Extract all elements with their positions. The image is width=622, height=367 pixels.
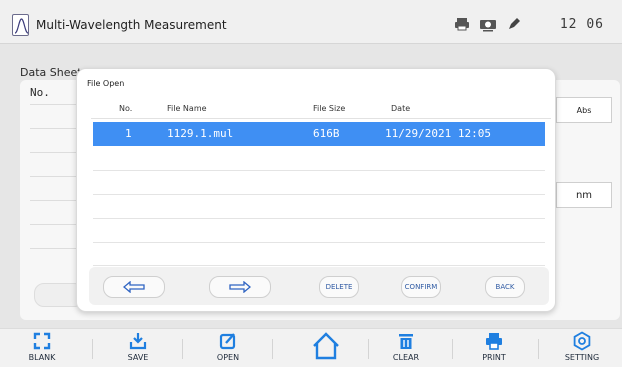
empty-file-row[interactable]: [93, 195, 545, 219]
wavelength-field[interactable]: nm: [556, 182, 612, 208]
clock: 12 06: [559, 17, 604, 32]
printer-status-icon: [453, 15, 471, 33]
dialog-footer: DELETE CONFIRM BACK: [89, 267, 549, 305]
empty-file-row[interactable]: [93, 242, 545, 266]
toolbar-separator: [272, 339, 273, 359]
left-arrow-icon: [123, 281, 145, 293]
open-label: OPEN: [216, 353, 240, 362]
file-row-no: 1: [125, 127, 132, 140]
toolbar-separator: [182, 339, 183, 359]
title-bar: Multi-Wavelength Measurement 12 06: [0, 0, 622, 44]
blank-icon: [33, 332, 51, 350]
toolbar-separator: [92, 339, 93, 359]
toolbar-separator: [452, 339, 453, 359]
sheet-row-divider: [30, 176, 76, 177]
file-row[interactable]: 1 1129.1.mul 616B 11/29/2021 12:05: [93, 122, 545, 146]
print-label: PRINT: [482, 353, 506, 362]
abs-field[interactable]: Abs: [556, 97, 612, 123]
blank-label: BLANK: [28, 353, 56, 362]
dialog-title: File Open: [87, 79, 125, 88]
sheet-row-divider: [30, 248, 76, 249]
blank-button[interactable]: BLANK: [6, 331, 78, 367]
empty-file-row[interactable]: [93, 219, 545, 243]
column-header-file-size: File Size: [313, 104, 346, 113]
bottom-toolbar: BLANK SAVE OPEN CLEAR PRINT SETTING: [0, 328, 622, 367]
toolbar-separator: [368, 339, 369, 359]
trash-icon: [399, 334, 413, 349]
setting-label: SETTING: [564, 353, 600, 362]
confirm-button[interactable]: CONFIRM: [401, 276, 441, 298]
sheet-row-divider: [30, 224, 76, 225]
open-button[interactable]: OPEN: [192, 331, 264, 367]
print-button[interactable]: PRINT: [458, 331, 530, 367]
data-sheet-no-header: No.: [30, 86, 50, 99]
app-title: Multi-Wavelength Measurement: [36, 18, 227, 32]
sheet-row-divider: [30, 152, 76, 153]
delete-button[interactable]: DELETE: [319, 276, 359, 298]
save-icon: [129, 333, 147, 350]
file-row-size: 616B: [313, 127, 340, 140]
home-button[interactable]: [290, 331, 362, 367]
right-arrow-icon: [229, 281, 251, 293]
column-header-file-name: File Name: [167, 104, 207, 113]
prev-page-button[interactable]: [103, 276, 165, 298]
instrument-status-icon: [479, 15, 497, 33]
file-row-date: 11/29/2021 12:05: [385, 127, 491, 140]
app-logo-icon: [12, 14, 29, 36]
setting-button[interactable]: SETTING: [546, 331, 618, 367]
pen-icon: [505, 15, 523, 33]
sheet-row-divider: [30, 200, 76, 201]
column-header-no: No.: [119, 104, 133, 113]
empty-file-row[interactable]: [93, 147, 545, 171]
empty-file-row[interactable]: [93, 171, 545, 195]
toolbar-separator: [538, 339, 539, 359]
open-icon: [219, 333, 236, 350]
home-icon: [313, 332, 339, 360]
file-row-name: 1129.1.mul: [167, 127, 234, 140]
clear-button[interactable]: CLEAR: [370, 331, 442, 367]
data-sheet-title: Data Sheet: [20, 66, 82, 79]
back-button[interactable]: BACK: [485, 276, 525, 298]
settings-icon: [573, 331, 591, 351]
sheet-row-divider: [30, 104, 76, 105]
file-open-dialog: File Open No. File Name File Size Date 1…: [76, 68, 556, 312]
column-header-date: Date: [391, 104, 411, 113]
save-label: SAVE: [127, 353, 149, 362]
sheet-row-divider: [30, 128, 76, 129]
next-page-button[interactable]: [209, 276, 271, 298]
save-button[interactable]: SAVE: [102, 331, 174, 367]
clear-label: CLEAR: [392, 353, 420, 362]
file-table-header: No. File Name File Size Date: [91, 97, 551, 119]
printer-icon: [486, 333, 502, 350]
